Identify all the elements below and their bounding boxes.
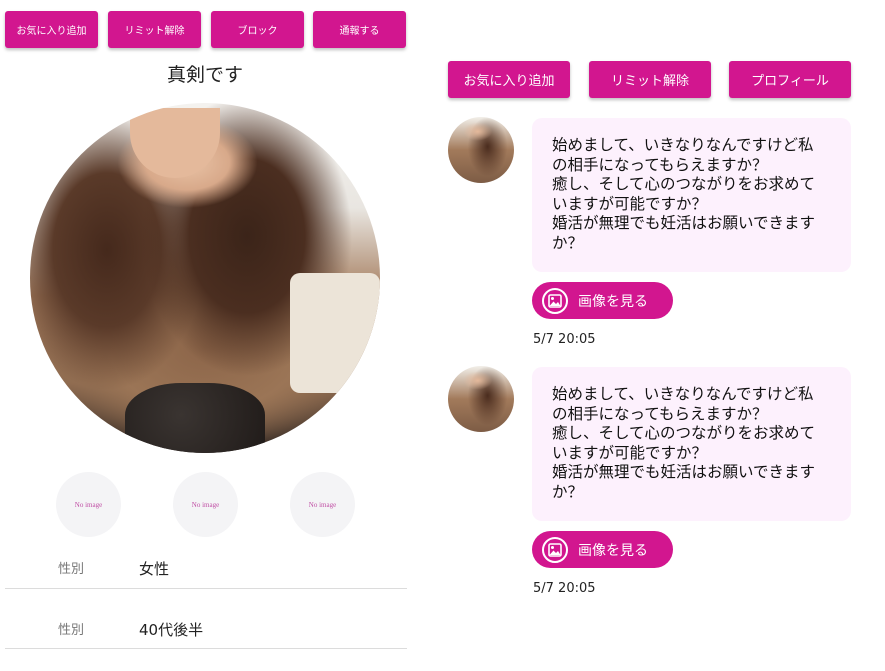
thumbnail-2[interactable]: No image bbox=[173, 472, 238, 537]
favorite-button[interactable]: お気に入り追加 bbox=[448, 61, 570, 98]
thumbnail-3[interactable]: No image bbox=[290, 472, 355, 537]
info-label-age: 性別 bbox=[58, 623, 85, 638]
view-image-button[interactable]: 画像を見る bbox=[532, 531, 673, 568]
info-value-age: 40代後半 bbox=[139, 621, 204, 639]
photo-face bbox=[130, 108, 220, 178]
info-divider bbox=[5, 648, 407, 649]
sender-avatar[interactable] bbox=[448, 366, 514, 432]
info-divider bbox=[5, 588, 407, 589]
profile-title: 真剣です bbox=[166, 64, 243, 86]
message-timestamp: 5/7 20:05 bbox=[533, 581, 596, 596]
view-image-label: 画像を見る bbox=[578, 542, 648, 559]
message-timestamp: 5/7 20:05 bbox=[533, 332, 596, 347]
image-icon bbox=[542, 536, 568, 563]
favorite-button[interactable]: お気に入り追加 bbox=[5, 11, 98, 48]
view-image-label: 画像を見る bbox=[578, 293, 648, 310]
view-image-button[interactable]: 画像を見る bbox=[532, 282, 673, 319]
report-button[interactable]: 通報する bbox=[313, 11, 406, 48]
sender-avatar[interactable] bbox=[448, 117, 514, 183]
info-label-gender: 性別 bbox=[58, 562, 85, 577]
message-bubble: 始めまして、いきなりなんですけど私 の相手になってもらえますか？ 癒し、そして心… bbox=[532, 118, 851, 272]
thumbnail-1[interactable]: No image bbox=[56, 472, 121, 537]
unlimit-button[interactable]: リミット解除 bbox=[589, 61, 711, 98]
info-value-gender: 女性 bbox=[139, 560, 170, 578]
photo-legs bbox=[125, 383, 265, 453]
profile-button[interactable]: プロフィール bbox=[729, 61, 851, 98]
message-bubble: 始めまして、いきなりなんですけど私 の相手になってもらえますか？ 癒し、そして心… bbox=[532, 367, 851, 521]
image-icon bbox=[542, 287, 568, 314]
photo-sofa bbox=[290, 273, 380, 393]
profile-photo[interactable] bbox=[30, 103, 380, 453]
unlimit-button[interactable]: リミット解除 bbox=[108, 11, 201, 48]
block-button[interactable]: ブロック bbox=[211, 11, 304, 48]
